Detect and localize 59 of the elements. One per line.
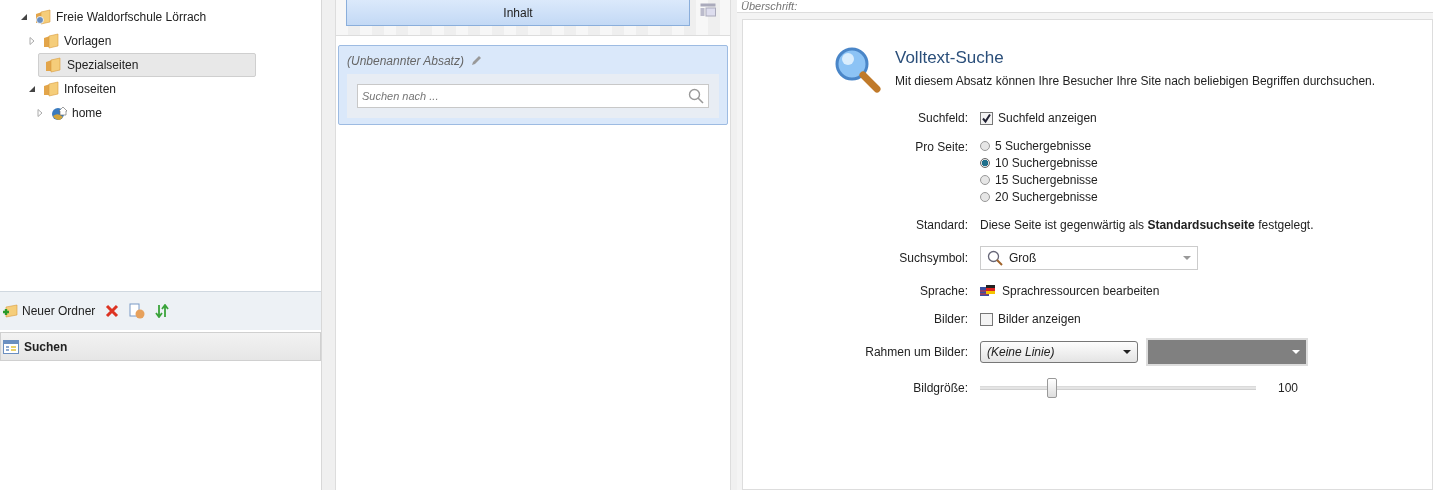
radio-button[interactable]	[980, 158, 990, 168]
field-label: Suchsymbol:	[899, 251, 968, 265]
radio-button[interactable]	[980, 192, 990, 202]
paragraph-title: (Unbenannter Absatz)	[347, 54, 464, 68]
heading-field[interactable]: Überschrift:	[737, 0, 1433, 13]
sort-arrows-icon[interactable]	[155, 304, 170, 318]
magnifier-icon	[987, 250, 1003, 266]
new-folder-button[interactable]: Neuer Ordner	[2, 303, 96, 319]
field-label: Bildgröße:	[913, 381, 968, 395]
field-label: Pro Seite:	[915, 140, 968, 154]
folder-plus-icon	[2, 303, 18, 319]
checkbox[interactable]	[980, 312, 993, 326]
edit-language-resources-link[interactable]: Sprachressourcen bearbeiten	[1002, 284, 1160, 298]
radio-button[interactable]	[980, 141, 990, 151]
tree-item[interactable]: home	[46, 102, 108, 124]
icon-dropdown[interactable]: Groß	[980, 246, 1198, 270]
panel-title: Suchen	[24, 339, 68, 354]
tree-item[interactable]: Infoseiten	[38, 78, 122, 100]
expander-icon[interactable]	[20, 13, 28, 21]
radio-label[interactable]: 10 Suchergebnisse	[995, 156, 1098, 170]
field-label: Standard:	[915, 218, 968, 232]
info-text: Diese Seite ist gegenwärtig als Standardsuchseite festgelegt.	[980, 218, 1314, 232]
pencil-icon[interactable]	[469, 55, 482, 67]
panel-header[interactable]: Suchen	[0, 332, 321, 361]
border-color-dropdown[interactable]	[1148, 340, 1306, 364]
radio-button[interactable]	[980, 175, 990, 185]
content-button[interactable]: Inhalt	[346, 0, 690, 26]
field-label: Bilder:	[934, 312, 968, 326]
checkbox-label[interactable]: Bilder anzeigen	[998, 312, 1081, 326]
search-field[interactable]: Suchen nach ...	[357, 84, 709, 108]
module-description: Mit diesem Absatz können Ihre Besucher Ihre Site nach beliebigen Begriffen durchsuchen.	[895, 74, 1376, 88]
radio-label[interactable]: 5 Suchergebnisse	[995, 139, 1092, 153]
slider-value: 100	[1278, 381, 1299, 395]
paragraph-card[interactable]: (Unbenannter Absatz) Suchen nach ...	[338, 45, 728, 125]
field-label: Rahmen um Bilder:	[865, 345, 968, 359]
flags-icon[interactable]	[980, 284, 996, 298]
checkbox[interactable]	[980, 111, 993, 125]
globe-house-icon	[51, 105, 67, 121]
radio-label[interactable]: 15 Suchergebnisse	[995, 173, 1098, 187]
field-label: Suchfeld:	[917, 111, 968, 125]
delete-icon[interactable]	[105, 304, 120, 318]
radio-label[interactable]: 20 Suchergebnisse	[995, 190, 1098, 204]
layout-icon[interactable]	[700, 3, 716, 17]
field-label: Sprache:	[919, 284, 968, 298]
border-style-dropdown[interactable]: (Keine Linie)	[980, 341, 1138, 363]
module-title: Volltext-Suche	[895, 48, 1005, 68]
tree-item[interactable]: Spezialseiten	[38, 53, 256, 77]
folder-icon	[35, 9, 51, 25]
magnifier-icon	[833, 45, 881, 93]
list-icon	[3, 339, 19, 354]
slider-thumb[interactable]	[1046, 378, 1057, 398]
folder-icon	[43, 81, 59, 97]
folder-icon	[43, 33, 59, 49]
tree-item[interactable]: Freie Waldorfschule Lörrach	[30, 6, 212, 28]
search-icon[interactable]	[688, 88, 704, 104]
checkbox-label[interactable]: Suchfeld anzeigen	[998, 111, 1097, 125]
expander-icon[interactable]	[28, 85, 36, 93]
tree-item[interactable]: Vorlagen	[38, 30, 117, 52]
folder-icon	[45, 57, 61, 73]
